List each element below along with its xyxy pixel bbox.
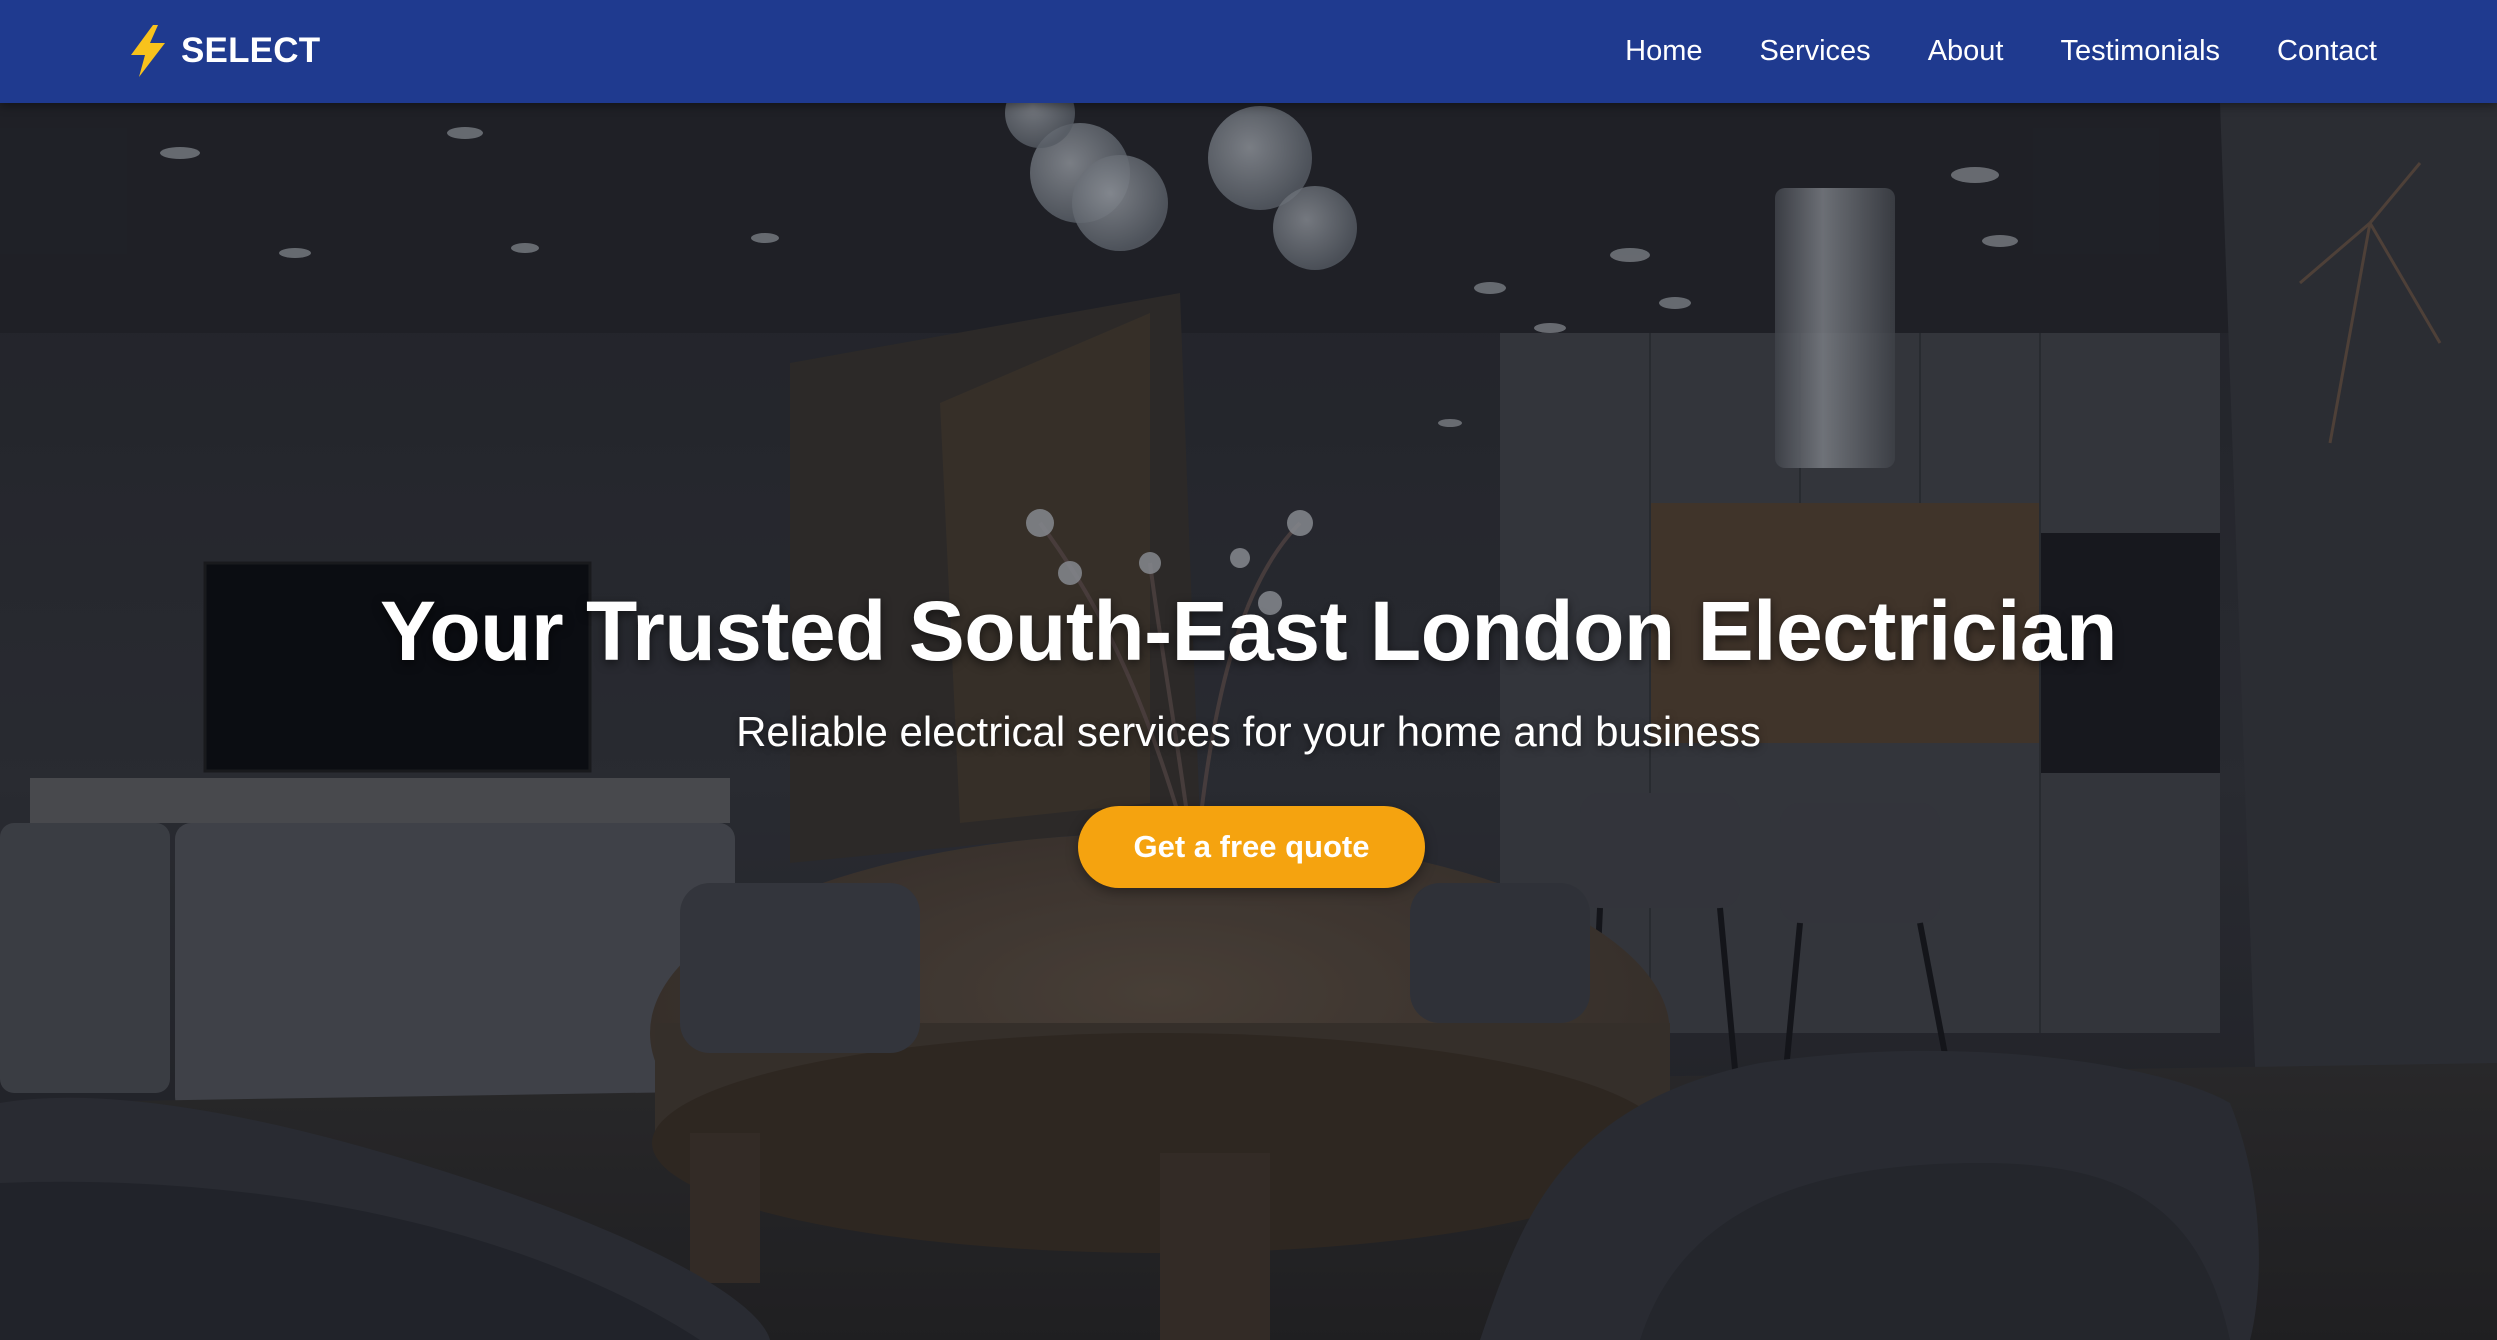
hero-content: Your Trusted South-East London Electrici… <box>0 103 2497 1340</box>
nav-link-services[interactable]: Services <box>1759 35 1870 68</box>
lightning-bolt-icon <box>131 25 165 77</box>
hero-title: Your Trusted South-East London Electrici… <box>380 584 2117 678</box>
nav-link-testimonials[interactable]: Testimonials <box>2060 35 2220 68</box>
brand-name: SELECT <box>181 31 321 70</box>
brand-logo[interactable]: SELECT <box>125 22 320 80</box>
nav-link-about[interactable]: About <box>1928 35 2004 68</box>
nav-link-contact[interactable]: Contact <box>2277 35 2377 68</box>
hero-subtitle: Reliable electrical services for your ho… <box>736 708 1761 755</box>
page: SELECT Home Services About Testimonials … <box>0 0 2497 1340</box>
hero-section: Your Trusted South-East London Electrici… <box>0 103 2497 1340</box>
main-nav: Home Services About Testimonials Contact <box>1568 0 2377 103</box>
get-free-quote-button[interactable]: Get a free quote <box>1078 806 1425 888</box>
navbar: SELECT Home Services About Testimonials … <box>0 0 2497 103</box>
nav-link-home[interactable]: Home <box>1625 35 1702 68</box>
